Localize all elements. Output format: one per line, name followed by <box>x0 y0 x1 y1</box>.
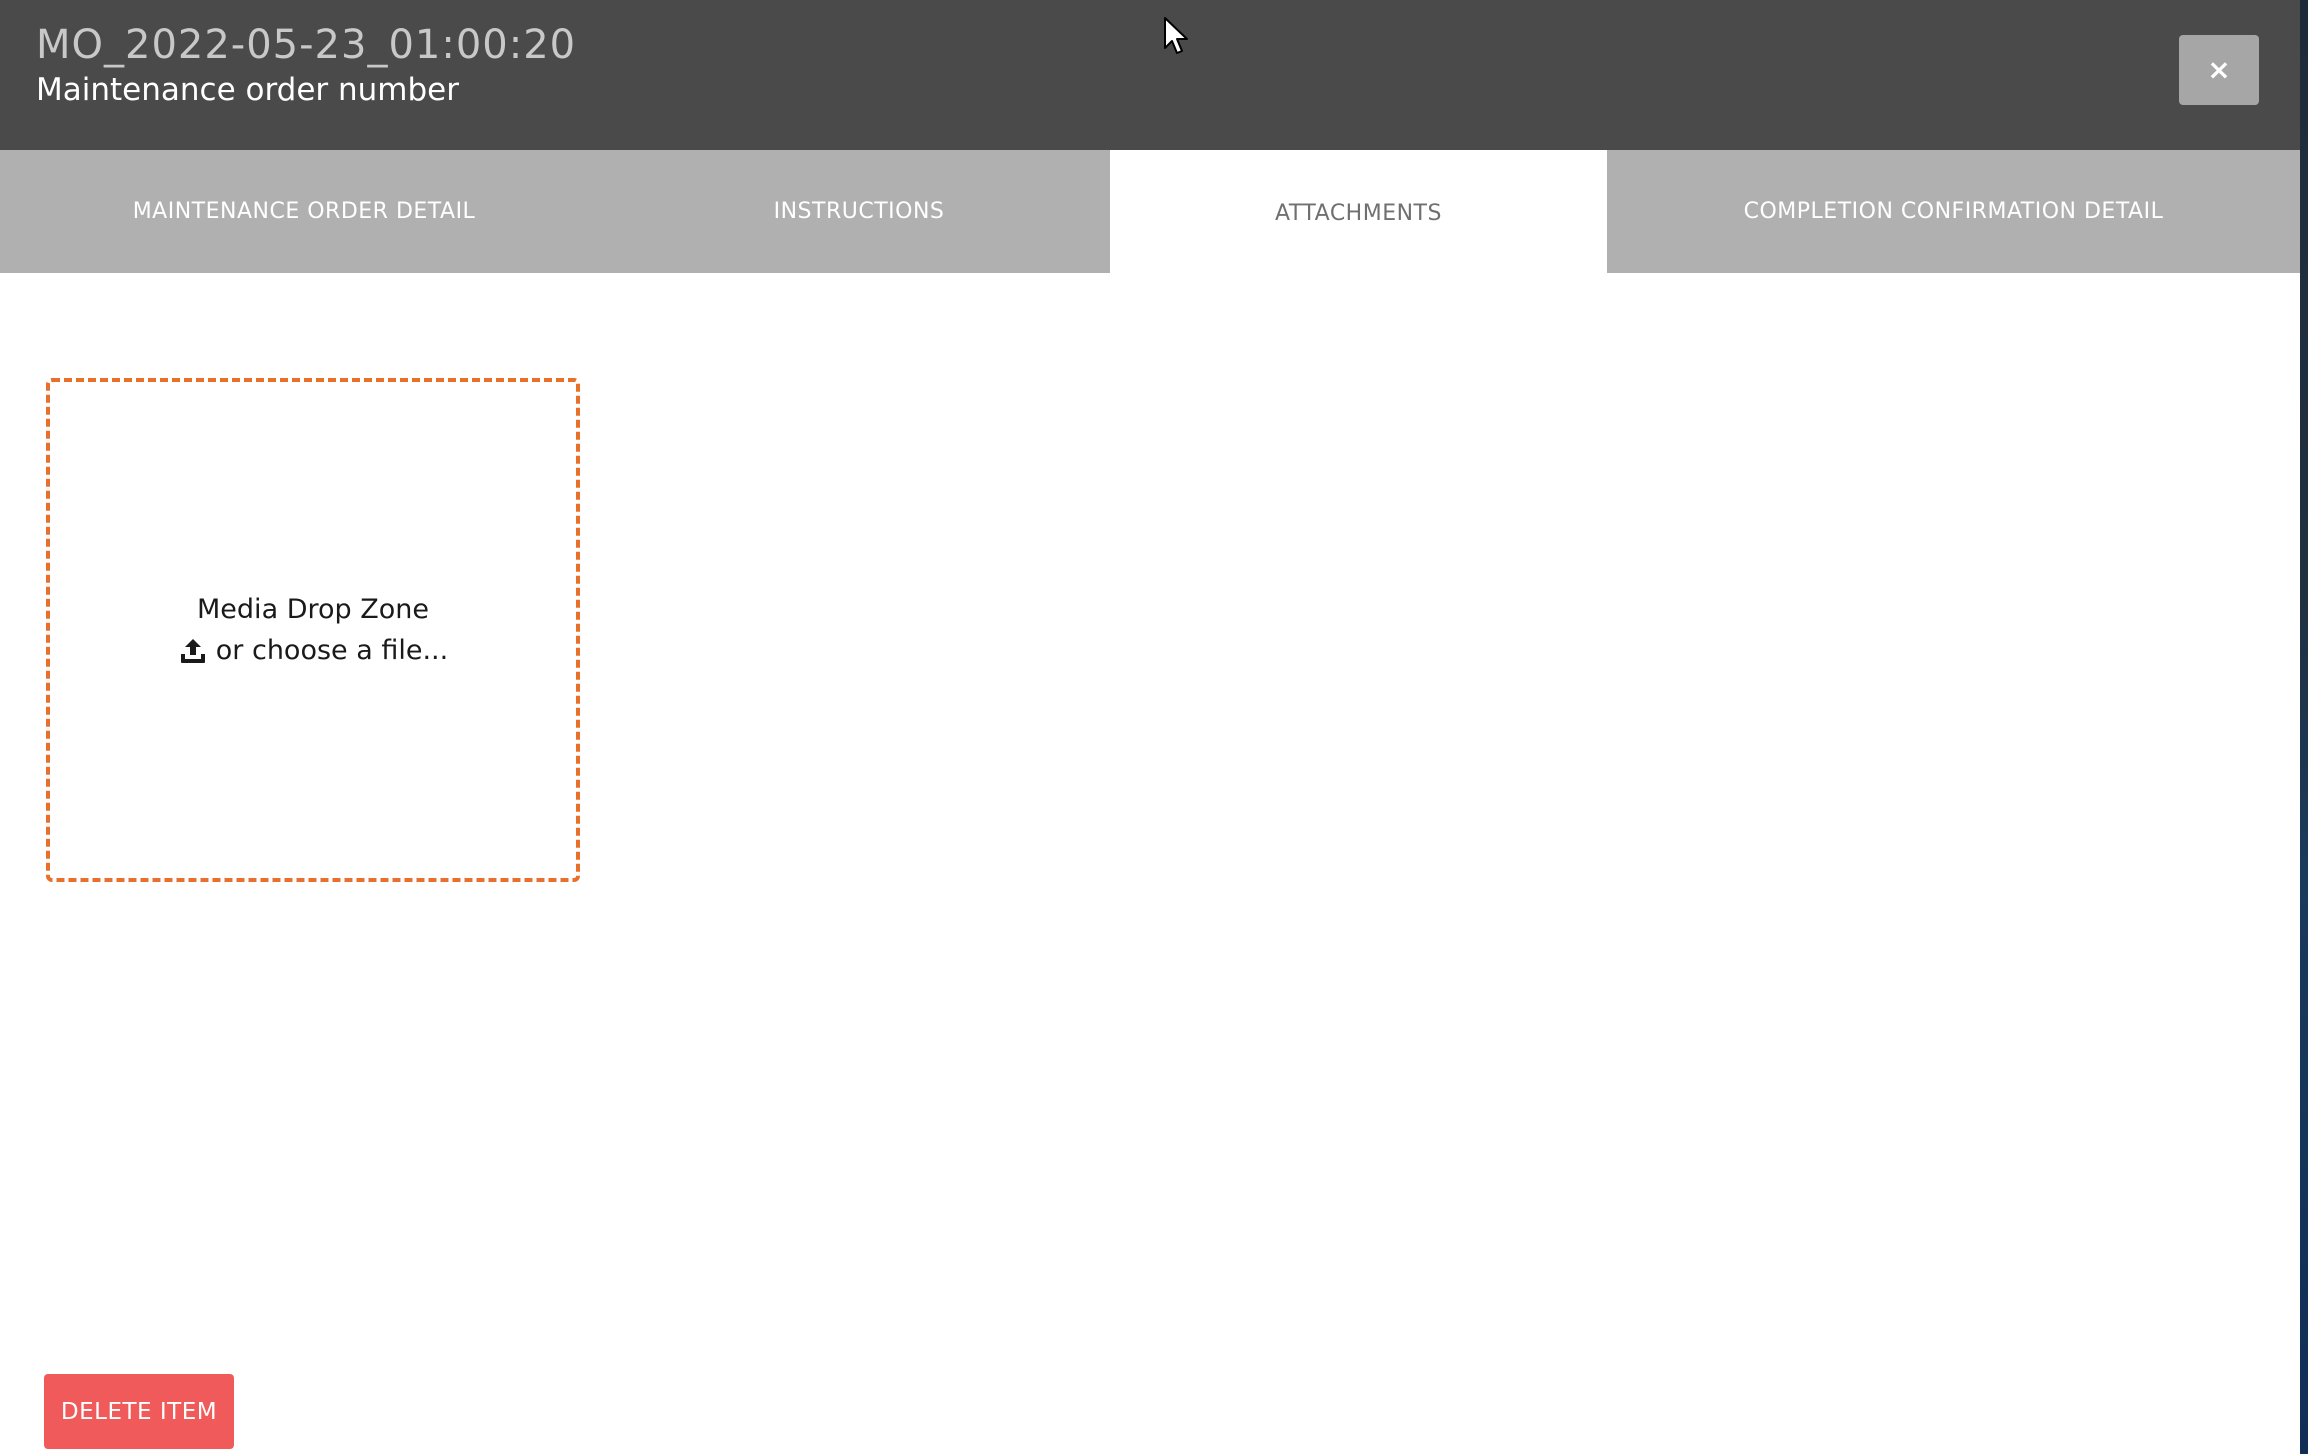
order-id-title: MO_2022-05-23_01:00:20 <box>36 22 577 68</box>
upload-icon <box>180 638 205 663</box>
drop-zone-title: Media Drop Zone <box>197 594 429 625</box>
modal-header: MO_2022-05-23_01:00:20 Maintenance order… <box>0 0 2300 150</box>
close-button[interactable]: × <box>2179 35 2259 105</box>
close-icon: × <box>2207 53 2231 86</box>
mouse-cursor-icon <box>1164 17 1188 54</box>
choose-file-link[interactable]: or choose a file... <box>178 635 448 666</box>
tab-completion-confirmation-detail[interactable]: COMPLETION CONFIRMATION DETAIL <box>1607 150 2300 273</box>
delete-item-button[interactable]: DELETE ITEM <box>44 1374 234 1449</box>
tab-bar: MAINTENANCE ORDER DETAIL INSTRUCTIONS AT… <box>0 150 2300 277</box>
media-drop-zone[interactable]: Media Drop Zone or choose a file... <box>46 378 580 882</box>
tab-instructions[interactable]: INSTRUCTIONS <box>608 150 1110 273</box>
tab-attachments[interactable]: ATTACHMENTS <box>1110 150 1607 277</box>
background-strip <box>2300 0 2308 1454</box>
tab-maintenance-order-detail[interactable]: MAINTENANCE ORDER DETAIL <box>0 150 608 273</box>
maintenance-order-modal: MO_2022-05-23_01:00:20 Maintenance order… <box>0 0 2300 1454</box>
choose-file-label: or choose a file... <box>215 635 449 666</box>
page: MO_2022-05-23_01:00:20 Maintenance order… <box>0 0 2308 1454</box>
order-id-label: Maintenance order number <box>36 72 459 108</box>
